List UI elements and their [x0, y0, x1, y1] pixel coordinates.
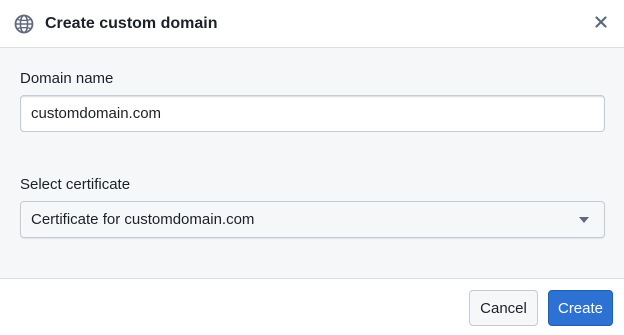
dialog-title: Create custom domain — [45, 15, 218, 32]
create-button[interactable]: Create — [548, 290, 613, 326]
dialog-footer: Cancel Create — [0, 278, 624, 335]
domain-name-input[interactable] — [20, 95, 605, 132]
create-custom-domain-dialog: Create custom domain Domain name Select … — [0, 0, 624, 335]
caret-down-icon — [579, 217, 589, 223]
close-button[interactable] — [590, 13, 612, 35]
certificate-select[interactable]: Certificate for customdomain.com — [20, 201, 605, 238]
dialog-body: Domain name Select certificate Certifica… — [0, 49, 624, 278]
certificate-select-value: Certificate for customdomain.com — [31, 211, 255, 228]
globe-icon — [13, 13, 35, 35]
cancel-button[interactable]: Cancel — [469, 290, 538, 326]
dialog-header: Create custom domain — [0, 0, 624, 48]
select-certificate-label: Select certificate — [20, 176, 131, 193]
close-icon[interactable] — [595, 15, 607, 33]
domain-name-label: Domain name — [20, 70, 114, 87]
